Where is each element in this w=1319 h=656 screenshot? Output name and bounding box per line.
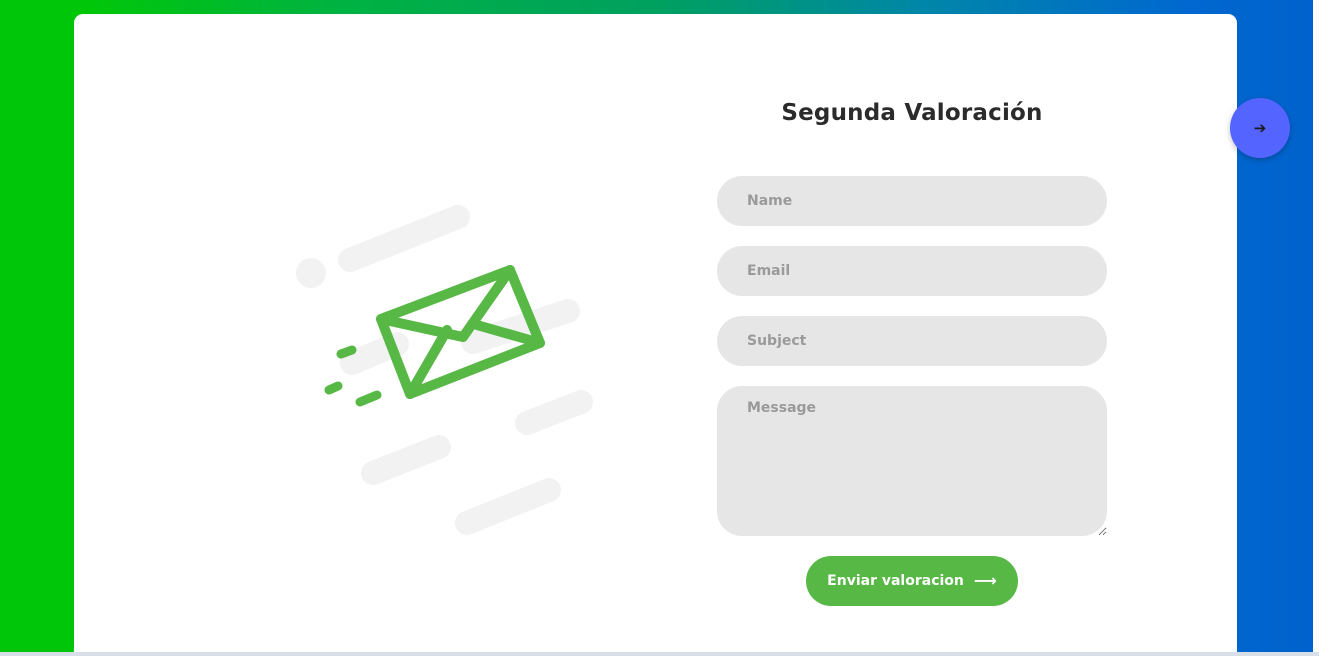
name-input[interactable] [717, 176, 1107, 226]
background-dot [296, 258, 326, 288]
taskbar-edge [0, 652, 1319, 656]
window-edge [1313, 0, 1319, 656]
submit-button-label: Enviar valoracion [827, 573, 964, 589]
form-title: Segunda Valoración [781, 100, 1043, 126]
arrow-right-icon: ➔ [1253, 119, 1267, 137]
envelope-illustration [296, 205, 593, 535]
message-textarea[interactable] [717, 386, 1107, 536]
long-arrow-right-icon: ⟶ [973, 571, 997, 590]
submit-button[interactable]: Enviar valoracion ⟶ [806, 556, 1018, 606]
next-fab-button[interactable]: ➔ [1230, 98, 1290, 158]
subject-input[interactable] [717, 316, 1107, 366]
contact-card: Segunda Valoración Enviar valoracion ⟶ [74, 14, 1237, 656]
envelope-icon [376, 265, 545, 399]
email-input[interactable] [717, 246, 1107, 296]
